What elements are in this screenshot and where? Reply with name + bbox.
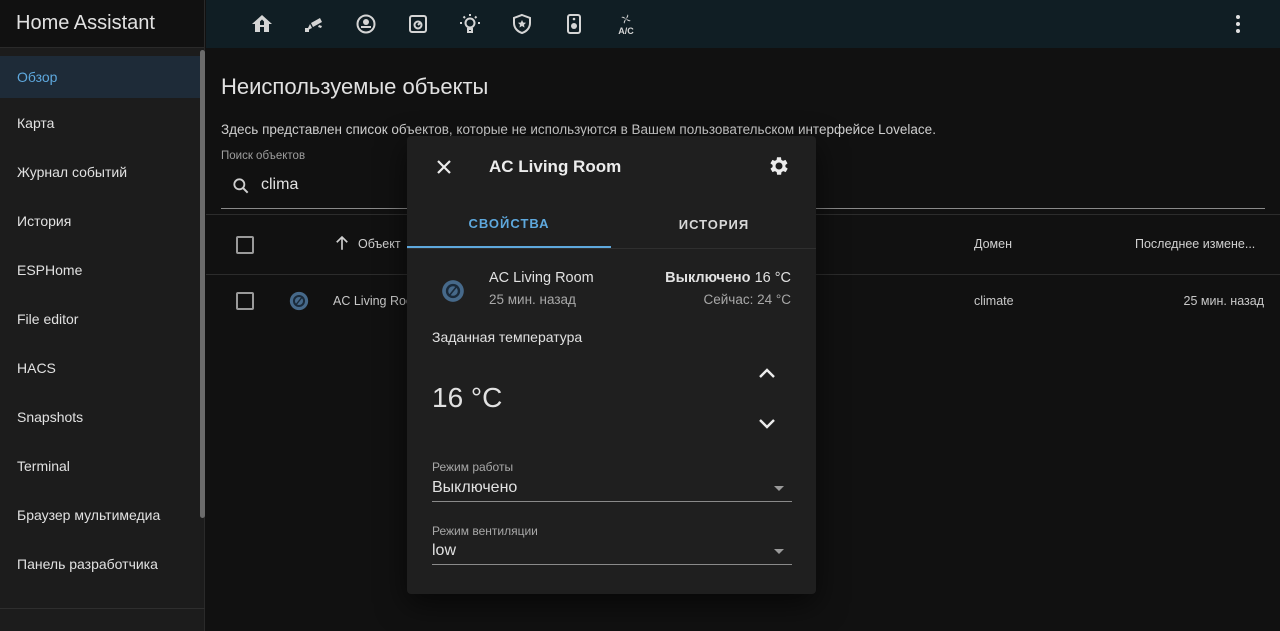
hvac-mode-value: Выключено — [432, 479, 518, 496]
fan-mode-value: low — [432, 542, 457, 559]
gear-icon[interactable] — [767, 154, 791, 178]
sidebar-item-overview[interactable]: Обзор — [0, 56, 204, 98]
sidebar-item-map[interactable]: Карта — [0, 98, 204, 147]
sidebar-item-developer-tools[interactable]: Панель разработчика — [0, 539, 204, 588]
fan-mode-underline — [432, 564, 792, 565]
column-header-object[interactable]: Объект — [358, 237, 401, 251]
sidebar-item-snapshots[interactable]: Snapshots — [0, 392, 204, 441]
dropdown-arrow-icon — [774, 549, 784, 554]
chevron-up-icon[interactable] — [755, 362, 779, 386]
row-domain: climate — [974, 294, 1014, 308]
speaker-icon[interactable] — [548, 0, 600, 48]
robot-vacuum-icon[interactable] — [340, 0, 392, 48]
energy-icon[interactable] — [392, 0, 444, 48]
entity-dialog: AC Living Room СВОЙСТВА ИСТОРИЯ AC Livin… — [407, 136, 816, 594]
lightbulb-icon[interactable] — [444, 0, 496, 48]
close-icon[interactable] — [432, 155, 456, 179]
hvac-mode-label: Режим работы — [432, 460, 514, 474]
fan-mode-label: Режим вентиляции — [432, 524, 538, 538]
shield-icon[interactable] — [496, 0, 548, 48]
sort-arrow-up-icon[interactable] — [333, 234, 351, 252]
row-checkbox[interactable] — [236, 292, 254, 310]
target-temp-label: Заданная температура — [432, 329, 583, 345]
thermostat-icon — [440, 278, 466, 304]
page-description: Здесь представлен список объектов, котор… — [221, 122, 936, 137]
view-tabs: A/C — [206, 0, 652, 48]
top-bar: A/C — [206, 0, 1280, 48]
dropdown-arrow-icon — [774, 486, 784, 491]
sidebar-item-file-editor[interactable]: File editor — [0, 294, 204, 343]
more-options-icon[interactable] — [1226, 12, 1250, 36]
search-icon — [231, 176, 251, 196]
cctv-icon[interactable] — [288, 0, 340, 48]
search-label: Поиск объектов — [221, 150, 306, 162]
entity-state-temp: 16 °C — [754, 270, 791, 286]
sidebar-item-terminal[interactable]: Terminal — [0, 441, 204, 490]
hvac-mode-underline — [432, 501, 792, 502]
sidebar-item-history[interactable]: История — [0, 196, 204, 245]
sidebar-item-esphome[interactable]: ESPHome — [0, 245, 204, 294]
page-title: Неиспользуемые объекты — [221, 74, 489, 99]
app-title: Home Assistant — [0, 0, 204, 48]
entity-name: AC Living Room — [489, 270, 594, 286]
sidebar-item-hacs[interactable]: HACS — [0, 343, 204, 392]
select-all-checkbox[interactable] — [236, 236, 254, 254]
column-header-last-changed[interactable]: Последнее измене... — [1135, 237, 1255, 251]
dialog-title: AC Living Room — [489, 157, 622, 176]
entity-last-changed: 25 мин. назад — [489, 292, 576, 307]
sidebar-item-logbook[interactable]: Журнал событий — [0, 147, 204, 196]
tab-properties[interactable]: СВОЙСТВА — [407, 200, 611, 248]
sidebar-list: Обзор Карта Журнал событий История ESPHo… — [0, 56, 204, 588]
column-header-domain[interactable]: Домен — [974, 237, 1012, 251]
sidebar-item-media-browser[interactable]: Браузер мультимедиа — [0, 490, 204, 539]
sidebar: Home Assistant Обзор Карта Журнал событи… — [0, 0, 205, 631]
tab-history[interactable]: ИСТОРИЯ — [612, 200, 816, 248]
chevron-down-icon[interactable] — [755, 411, 779, 435]
sidebar-divider — [0, 608, 205, 609]
ac-label: A/C — [618, 26, 634, 36]
tabs-divider — [407, 248, 816, 249]
target-temp-value: 16 °C — [432, 382, 503, 413]
entity-state: Выключено 16 °C — [665, 270, 791, 286]
thermostat-icon — [288, 290, 310, 312]
entity-current-temp: Сейчас: 24 °C — [703, 292, 791, 307]
entity-state-label: Выключено — [665, 270, 751, 286]
row-last-changed: 25 мин. назад — [1183, 294, 1265, 308]
air-conditioner-icon[interactable]: A/C — [600, 0, 652, 48]
home-icon[interactable] — [236, 0, 288, 48]
sidebar-scrollbar[interactable] — [200, 50, 205, 518]
